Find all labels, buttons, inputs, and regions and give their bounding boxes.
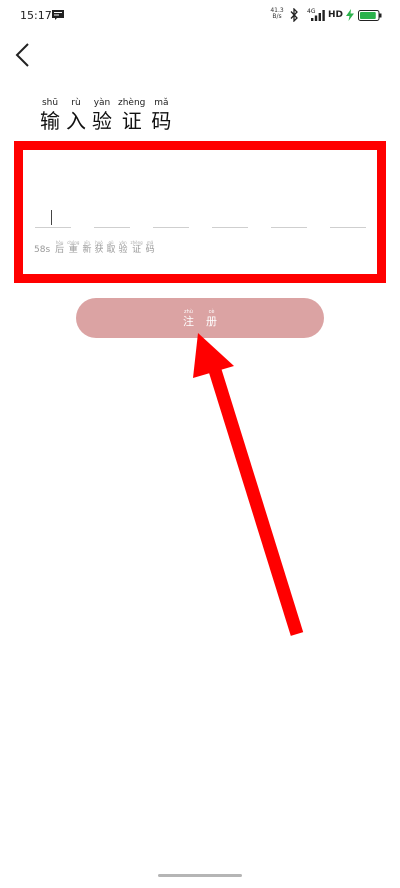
- resend-char: yàn 验: [118, 240, 127, 256]
- title-char: zhèng 证: [118, 98, 145, 133]
- register-hanzi: 册: [206, 314, 217, 328]
- code-slot[interactable]: [330, 208, 366, 228]
- register-char: cè 册: [206, 309, 217, 328]
- register-char: zhù 注: [183, 309, 194, 328]
- title-char: shū 输: [40, 98, 60, 133]
- resend-hanzi: 码: [145, 245, 155, 255]
- resend-char: xīn 新: [82, 240, 91, 256]
- code-slot[interactable]: [153, 208, 189, 228]
- resend-hanzi: 获: [94, 245, 104, 255]
- register-button[interactable]: zhù 注 cè 册: [76, 298, 324, 338]
- signal-icon: [311, 10, 325, 21]
- title-char: rù 入: [66, 98, 86, 133]
- title-pinyin: zhèng: [118, 98, 146, 108]
- resend-char: huò 获: [94, 240, 103, 256]
- code-slots[interactable]: [35, 208, 366, 228]
- resend-char: zhèng 证: [131, 240, 143, 256]
- countdown-timer: 58s: [34, 245, 51, 255]
- hd-label: HD: [328, 10, 344, 20]
- code-slot[interactable]: [271, 208, 307, 228]
- back-button[interactable]: [12, 42, 36, 68]
- title-hanzi: 入: [66, 109, 86, 133]
- title-pinyin: shū: [41, 98, 59, 108]
- title-char: yàn 验: [92, 98, 112, 133]
- resend-hanzi: 证: [132, 245, 142, 255]
- title-hanzi: 输: [40, 109, 60, 133]
- resend-hanzi: 后: [55, 245, 65, 255]
- resend-hanzi: 重: [68, 245, 78, 255]
- title-char: mǎ 码: [151, 98, 171, 133]
- title-hanzi: 码: [151, 109, 172, 133]
- home-indicator[interactable]: [158, 874, 242, 877]
- message-icon: [52, 10, 64, 20]
- status-time: 15:17: [20, 9, 52, 22]
- title-hanzi: 验: [92, 109, 112, 133]
- network-speed: 41.3 B/s: [268, 8, 286, 20]
- resend-char: mǎ 码: [146, 240, 155, 256]
- status-bar: 15:17 41.3 B/s 4G HD: [0, 0, 400, 32]
- bluetooth-icon: [290, 8, 298, 22]
- verification-code-box: 58s hòu 后 chóng 重 xīn 新 huò 获 qǔ 取 yàn 验 zhèng 证 mǎ 码: [14, 141, 386, 283]
- text-caret: [51, 210, 52, 225]
- register-hanzi: 注: [183, 314, 194, 328]
- network-speed-unit: B/s: [272, 13, 282, 20]
- resend-char: hòu 后: [55, 240, 64, 256]
- resend-char: chóng 重: [67, 240, 79, 256]
- charging-icon: [346, 9, 354, 21]
- resend-hanzi: 验: [118, 245, 128, 255]
- resend-hanzi: 新: [82, 245, 92, 255]
- back-arrow-icon: [15, 43, 29, 67]
- title-hanzi: 证: [121, 109, 142, 133]
- battery-icon: [358, 10, 382, 21]
- code-slot[interactable]: [94, 208, 130, 228]
- page-title: shū 输 rù 入 yàn 验 zhèng 证 mǎ 码: [40, 98, 171, 133]
- title-pinyin: yàn: [93, 98, 111, 108]
- code-slot[interactable]: [212, 208, 248, 228]
- resend-char: qǔ 取: [106, 240, 115, 256]
- title-pinyin: rù: [71, 98, 81, 108]
- title-pinyin: mǎ: [154, 98, 169, 108]
- resend-hanzi: 取: [106, 245, 116, 255]
- code-slot[interactable]: [35, 208, 71, 228]
- resend-code-row: 58s hòu 后 chóng 重 xīn 新 huò 获 qǔ 取 yàn 验 zhèng 证 mǎ 码: [34, 240, 155, 256]
- annotation-arrow: [193, 333, 304, 636]
